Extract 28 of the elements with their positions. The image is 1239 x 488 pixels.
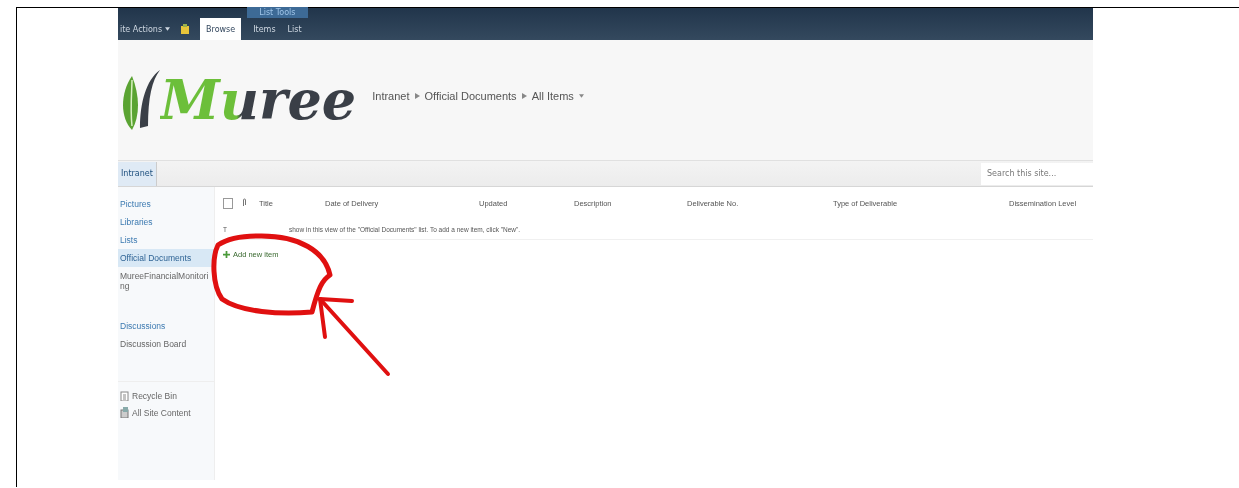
breadcrumb-separator-icon [521,93,527,99]
sidebar-item[interactable]: Discussion Board [118,335,214,353]
ribbon-tab[interactable]: Browse [200,18,242,40]
sidebar-heading[interactable]: Pictures [118,195,214,213]
sidebar-link[interactable]: All Site Content [118,407,214,418]
sidebar-item[interactable]: MureeFinancialMonitoring [118,267,214,295]
folder-icon[interactable] [180,24,191,34]
search-field[interactable]: Search this site... [981,162,1093,185]
select-all-checkbox[interactable] [223,197,233,209]
nav-tab[interactable]: Intranet [118,161,157,186]
paperclip-icon [241,197,246,207]
ribbon-tab[interactable]: Items [247,18,282,40]
sidebar-heading[interactable]: Discussions [118,317,214,335]
breadcrumb-link[interactable]: Intranet [372,90,410,102]
sidebar-heading[interactable]: Libraries [118,213,214,231]
tab-group-label: List Tools [247,7,308,18]
plus-icon [223,251,230,258]
breadcrumb-separator-icon [414,93,420,99]
caret-icon[interactable] [578,93,584,99]
sidebar-link[interactable]: Recycle Bin [118,390,214,401]
documents-icon [120,407,129,418]
sidebar-heading[interactable]: Lists [118,231,214,249]
sidebar-item[interactable]: Official Documents [118,249,214,267]
breadcrumb-link[interactable]: Official Documents [424,90,517,102]
breadcrumb-link[interactable]: All Items [531,90,574,102]
site-actions-menu[interactable]: ite Actions [118,18,171,40]
ribbon-tab[interactable]: List [281,18,308,40]
caret-icon [165,26,171,32]
